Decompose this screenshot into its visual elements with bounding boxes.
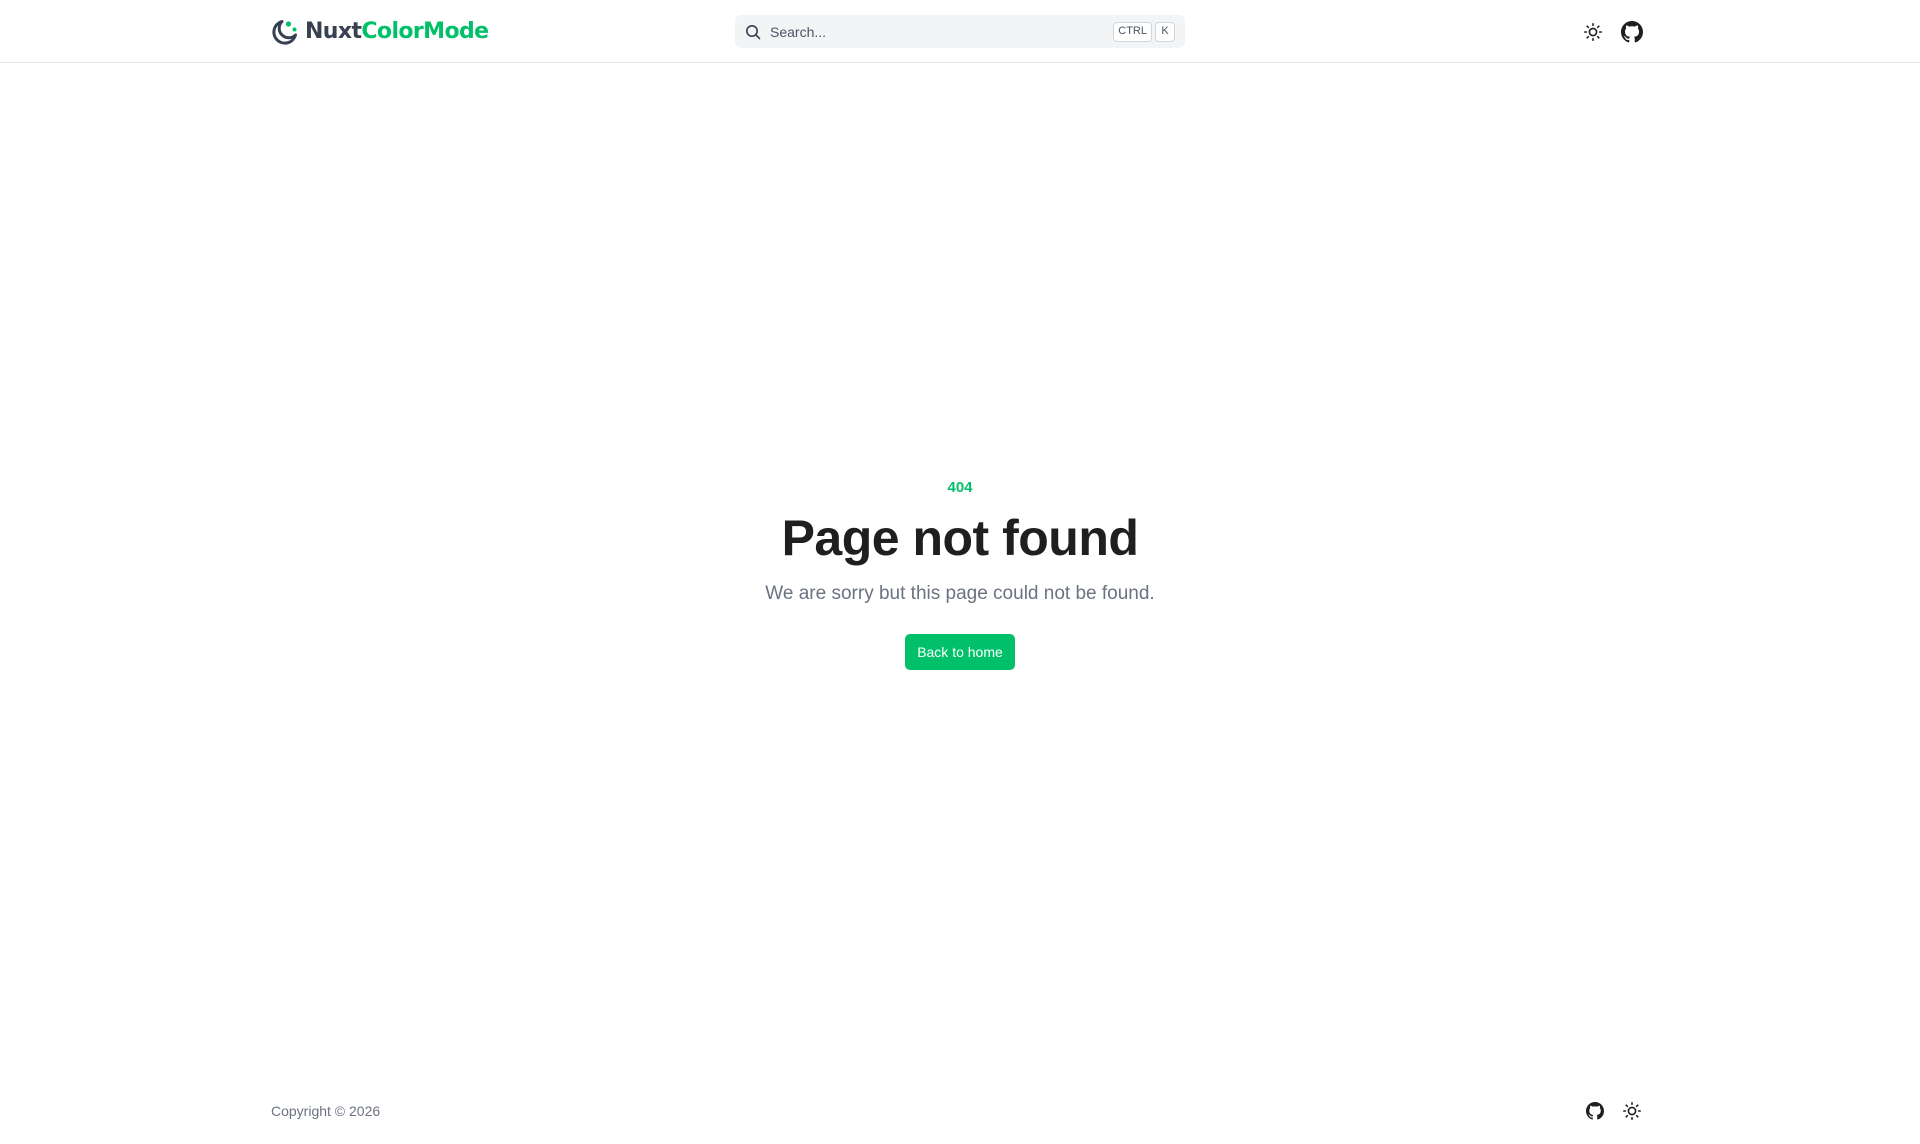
sun-icon xyxy=(1583,22,1603,42)
copyright-text: Copyright © 2026 xyxy=(271,1103,381,1119)
back-to-home-button[interactable]: Back to home xyxy=(905,634,1015,670)
github-icon xyxy=(1621,21,1643,43)
footer-github-button[interactable] xyxy=(1582,1098,1608,1124)
site-footer: Copyright © 2026 xyxy=(0,1095,1920,1127)
logo-text: NuxtColorMode xyxy=(305,17,489,47)
kbd-k: K xyxy=(1155,21,1175,42)
error-message: We are sorry but this page could not be … xyxy=(765,583,1155,604)
footer-color-mode-button[interactable] xyxy=(1619,1098,1645,1124)
logo-text-nuxt: Nuxt xyxy=(305,19,362,44)
search-button[interactable]: Search... CTRL K xyxy=(735,15,1185,48)
search-placeholder: Search... xyxy=(770,23,827,40)
site-header: NuxtColorMode Search... CTRL K xyxy=(0,0,1920,63)
sun-icon xyxy=(1622,1101,1642,1121)
footer-actions xyxy=(1582,1098,1645,1124)
github-icon xyxy=(1586,1102,1604,1120)
page-title: Page not found xyxy=(781,510,1139,566)
github-button[interactable] xyxy=(1619,19,1645,45)
header-actions xyxy=(1580,19,1645,45)
search-icon xyxy=(745,24,761,40)
moon-logo-icon xyxy=(271,18,299,46)
error-code: 404 xyxy=(947,479,973,496)
logo-text-colormode: ColorMode xyxy=(361,19,489,44)
logo-link[interactable]: NuxtColorMode xyxy=(271,17,489,47)
color-mode-button[interactable] xyxy=(1580,19,1606,45)
kbd-ctrl: CTRL xyxy=(1113,21,1152,42)
error-section: 404 Page not found We are sorry but this… xyxy=(0,470,1920,670)
